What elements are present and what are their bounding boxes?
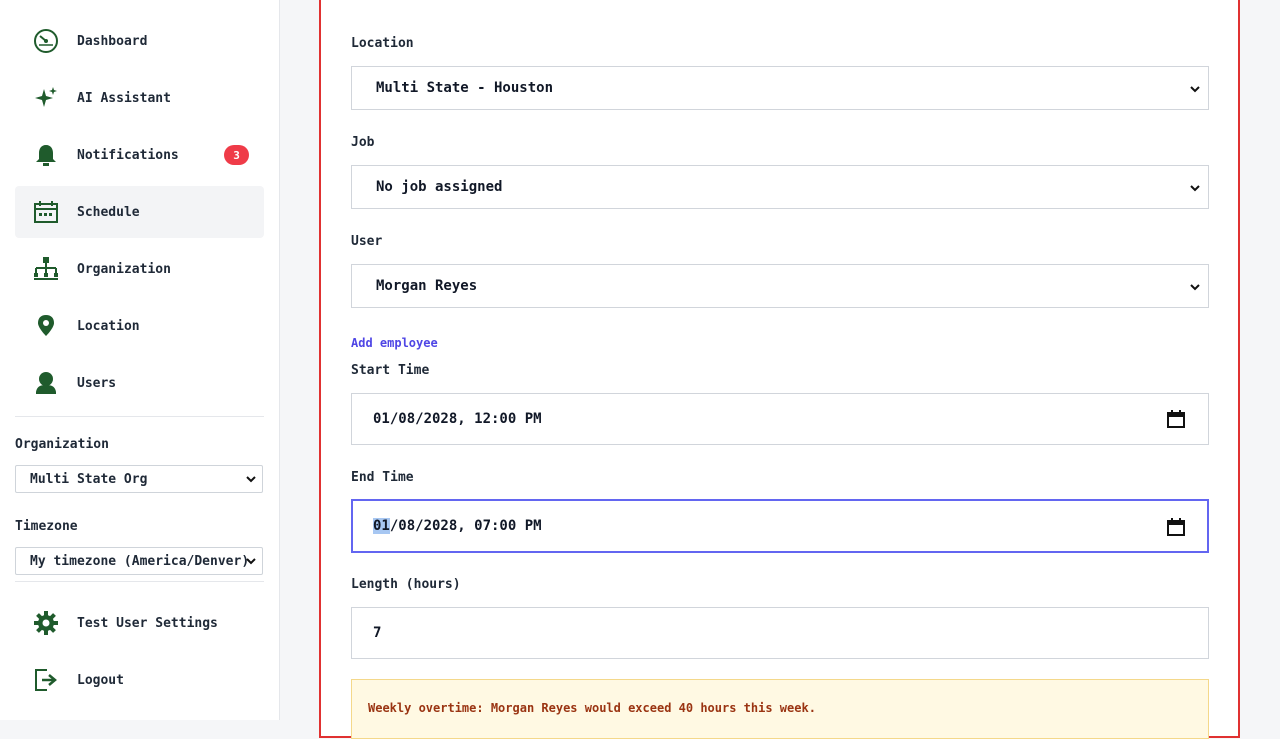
sidebar-divider — [15, 581, 264, 582]
organization-select-value: Multi State Org — [30, 471, 148, 487]
nav-organization[interactable]: Organization — [15, 243, 264, 295]
organization-select[interactable]: Multi State Org — [15, 465, 263, 493]
gear-icon — [30, 607, 62, 639]
overtime-warning-text: Weekly overtime: Morgan Reyes would exce… — [368, 701, 816, 715]
job-select-value: No job assigned — [376, 179, 503, 195]
sidebar: Dashboard AI Assistant Notifications 3 S… — [0, 0, 280, 720]
job-label: Job — [351, 135, 375, 150]
user-icon — [30, 367, 62, 399]
sidebar-divider — [15, 416, 264, 417]
length-label: Length (hours) — [351, 577, 461, 592]
chevron-down-icon — [1190, 86, 1200, 93]
user-label: User — [351, 234, 383, 249]
organization-label: Organization — [15, 437, 109, 452]
timezone-select-value: My timezone (America/Denver) — [30, 553, 250, 569]
chevron-down-icon — [246, 476, 256, 483]
nav-organization-label: Organization — [77, 261, 171, 277]
user-select[interactable]: Morgan Reyes — [351, 264, 1209, 308]
location-select[interactable]: Multi State - Houston — [351, 66, 1209, 110]
end-time-rest: /08/2028, 07:00 PM — [389, 518, 542, 534]
nav-location-label: Location — [77, 318, 140, 334]
nav-logout[interactable]: Logout — [15, 654, 264, 706]
location-select-value: Multi State - Houston — [376, 80, 554, 96]
chevron-down-icon — [1190, 284, 1200, 291]
calendar-icon — [30, 196, 62, 228]
add-employee-link[interactable]: Add employee — [351, 336, 438, 350]
nav-dashboard[interactable]: Dashboard — [15, 15, 264, 67]
end-time-input[interactable]: 01/08/2028, 07:00 PM — [351, 499, 1209, 553]
calendar-picker-icon[interactable] — [1166, 517, 1186, 537]
start-time-value: 01/08/2028, 12:00 PM — [373, 411, 542, 427]
overtime-warning-alert: Weekly overtime: Morgan Reyes would exce… — [351, 679, 1209, 739]
nav-users[interactable]: Users — [15, 357, 264, 409]
notification-count-badge: 3 — [224, 145, 249, 165]
nav-users-label: Users — [77, 375, 117, 391]
job-select[interactable]: No job assigned — [351, 165, 1209, 209]
timezone-label: Timezone — [15, 519, 78, 534]
org-chart-icon — [30, 253, 62, 285]
end-time-month-segment[interactable]: 01 — [373, 518, 390, 534]
nav-ai-assistant[interactable]: AI Assistant — [15, 72, 264, 124]
map-pin-icon — [30, 310, 62, 342]
calendar-picker-icon[interactable] — [1166, 409, 1186, 429]
start-time-input[interactable]: 01/08/2028, 12:00 PM — [351, 393, 1209, 445]
end-time-label: End Time — [351, 470, 414, 485]
dashboard-gauge-icon — [30, 25, 62, 57]
bell-icon — [30, 139, 62, 171]
nav-settings-label: Test User Settings — [77, 615, 218, 631]
sparkle-icon — [30, 82, 62, 114]
nav-location[interactable]: Location — [15, 300, 264, 352]
chevron-down-icon — [246, 558, 256, 565]
nav-ai-assistant-label: AI Assistant — [77, 90, 171, 106]
nav-notifications[interactable]: Notifications 3 — [15, 129, 264, 181]
user-select-value: Morgan Reyes — [376, 278, 478, 294]
location-label: Location — [351, 36, 414, 51]
nav-notifications-label: Notifications — [77, 147, 179, 163]
length-input[interactable]: 7 — [351, 607, 1209, 659]
chevron-down-icon — [1190, 185, 1200, 192]
nav-logout-label: Logout — [77, 672, 124, 688]
start-time-label: Start Time — [351, 363, 430, 378]
length-value: 7 — [373, 625, 382, 641]
logout-icon — [30, 664, 62, 696]
timezone-select[interactable]: My timezone (America/Denver) — [15, 547, 263, 575]
nav-dashboard-label: Dashboard — [77, 33, 148, 49]
nav-schedule[interactable]: Schedule — [15, 186, 264, 238]
nav-test-user-settings[interactable]: Test User Settings — [15, 597, 264, 649]
nav-schedule-label: Schedule — [77, 204, 140, 220]
